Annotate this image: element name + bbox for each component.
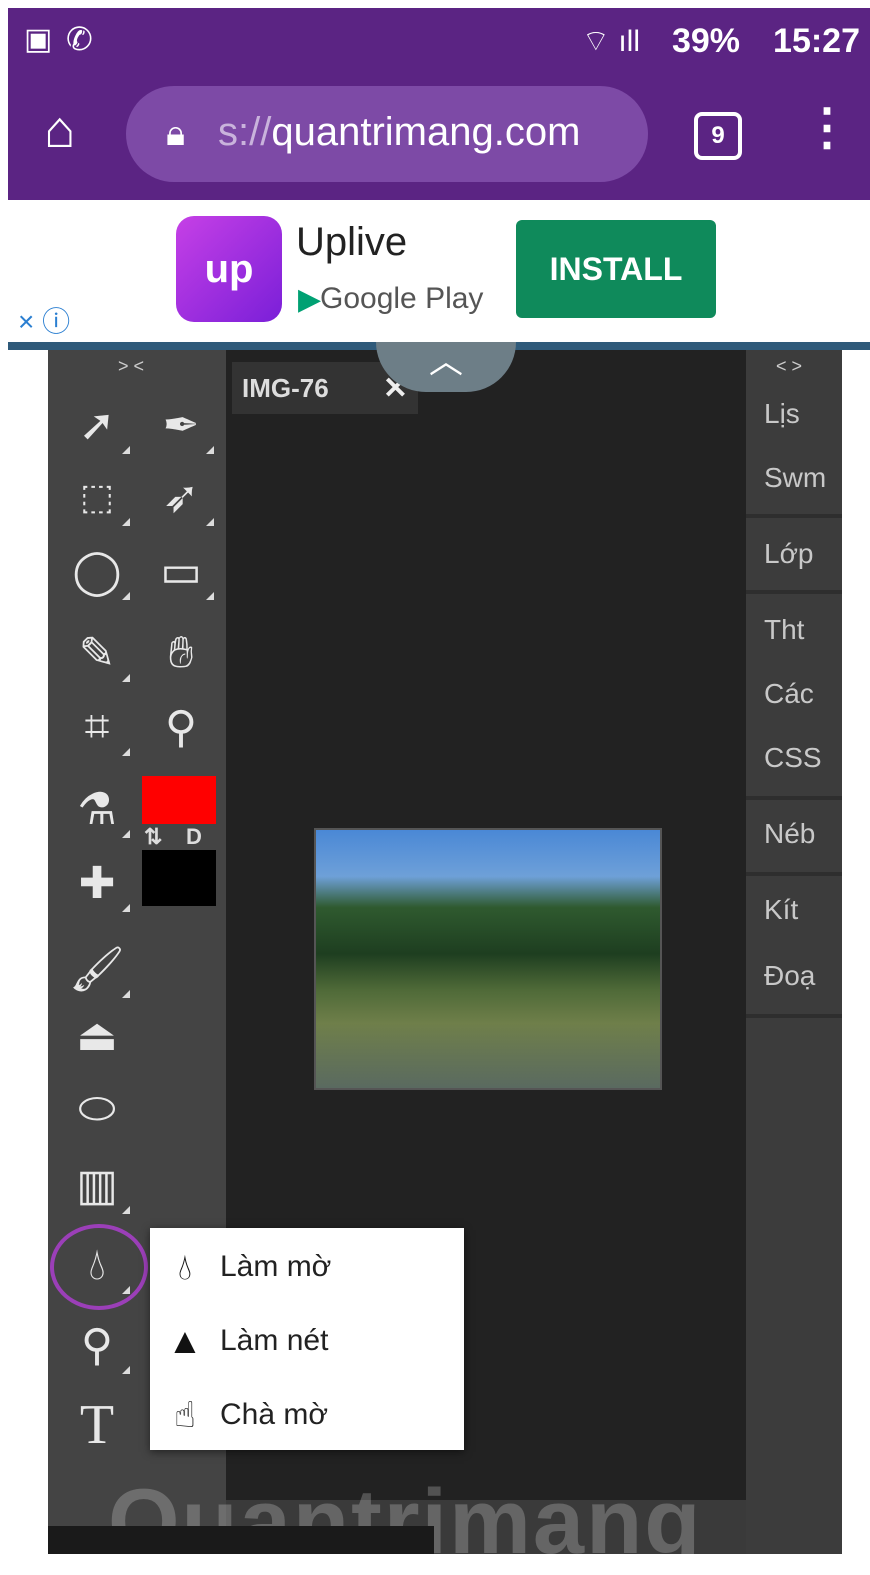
quick-select-icon[interactable]: ✎ — [58, 618, 136, 688]
blur-drop-icon: 💧︎ — [177, 1245, 193, 1287]
move-tool-icon[interactable]: ➚ — [58, 390, 136, 460]
panel-brush[interactable]: Néb — [764, 818, 815, 850]
gallery-icon: ▣ — [24, 23, 53, 56]
hand-tool-icon[interactable]: ✋︎ — [142, 618, 220, 688]
swap-colors-icon[interactable]: ⇅ — [144, 824, 162, 850]
menu-item-label: Làm nét — [220, 1324, 329, 1357]
panel-paragraph[interactable]: Đoạ — [764, 960, 815, 992]
eyedropper-tool-icon[interactable]: ⚗ — [58, 774, 136, 844]
panel-swatches[interactable]: Swm — [764, 462, 826, 494]
blur-tools-flyout: 💧︎ Làm mờ ▲ Làm nét ☝︎ Chà mờ — [150, 1228, 464, 1450]
text-tool-icon[interactable]: T — [58, 1390, 136, 1460]
ad-store-name: Google Play — [320, 282, 484, 315]
magic-select-icon[interactable]: ➶ — [142, 462, 220, 532]
status-bar: ▣ ✆ ⌔ ıll 39% 15:27 — [8, 8, 870, 72]
more-menu-icon[interactable]: ⋮ — [802, 98, 852, 156]
ad-title: Uplive — [296, 220, 408, 264]
healing-tool-icon[interactable]: ✚ — [58, 848, 136, 918]
dodge-tool-icon[interactable]: ⚲ — [58, 1310, 136, 1380]
panels-sidebar: < > Lịs Swm Lớp Tht Các CSS Néb Kít Đoạ — [746, 350, 842, 1554]
panel-properties[interactable]: Tht — [764, 614, 804, 646]
sharpen-triangle-icon: ▲ — [167, 1320, 203, 1361]
brush-tool-icon[interactable]: 🖌︎ — [58, 934, 136, 1004]
panel-layers[interactable]: Lớp — [764, 538, 814, 570]
collapse-panels-toggle[interactable]: < > — [776, 356, 802, 377]
foreground-color-swatch[interactable] — [142, 776, 216, 824]
divider — [746, 590, 842, 594]
bottom-strip — [48, 1526, 434, 1554]
document-tab-title: IMG-76 — [242, 372, 329, 403]
divider — [746, 1014, 842, 1018]
menu-item-label: Làm mờ — [220, 1250, 332, 1283]
menu-item-blur[interactable]: 💧︎ Làm mờ — [150, 1230, 464, 1304]
panel-history[interactable]: Lịs — [764, 398, 800, 430]
watermark: Quantrimang — [108, 1471, 703, 1573]
app-logo: up — [176, 216, 282, 322]
gradient-tool-icon[interactable]: ▥ — [58, 1150, 136, 1220]
collapse-tools-toggle[interactable]: > < — [118, 356, 144, 377]
divider — [746, 796, 842, 800]
tab-switcher-button[interactable]: 9 — [694, 112, 742, 160]
battery-percentage: 39% — [671, 22, 740, 60]
clock: 15:27 — [773, 22, 860, 60]
ad-banner[interactable]: up Uplive ▶ Google Play INSTALL × ⓘ — [8, 200, 870, 342]
eraser-tool-icon[interactable]: ⬭ — [58, 1074, 136, 1144]
panel-other[interactable]: Các — [764, 678, 814, 710]
crop-tool-icon[interactable]: ⌗ — [58, 692, 136, 762]
menu-item-label: Chà mờ — [220, 1398, 329, 1431]
install-button[interactable]: INSTALL — [516, 220, 716, 318]
clone-stamp-icon[interactable]: ⏏ — [58, 1000, 136, 1070]
ad-close-icon[interactable]: × ⓘ — [18, 300, 70, 340]
divider — [746, 514, 842, 518]
menu-item-sharpen[interactable]: ▲ Làm nét — [150, 1304, 464, 1378]
url-text: s://quantrimang.com — [218, 110, 581, 154]
panel-css[interactable]: CSS — [764, 742, 822, 774]
lasso-tool-icon[interactable]: ◯ — [58, 536, 136, 606]
address-bar[interactable]: 🔒︎ s://quantrimang.com — [126, 86, 648, 182]
wifi-signal-icon: ⌔ ıll — [581, 25, 640, 58]
shape-tool-icon[interactable]: ▭ — [142, 536, 220, 606]
zoom-tool-icon[interactable]: ⚲ — [142, 692, 220, 762]
play-store-icon: ▶ — [298, 283, 322, 316]
smudge-finger-icon: ☝︎ — [174, 1394, 196, 1435]
selection-highlight — [50, 1224, 148, 1310]
browser-toolbar: ⌂ 🔒︎ s://quantrimang.com 9 ⋮ — [8, 72, 870, 200]
panel-character[interactable]: Kít — [764, 894, 798, 926]
background-color-swatch[interactable] — [142, 850, 216, 906]
menu-item-smudge[interactable]: ☝︎ Chà mờ — [150, 1378, 464, 1452]
photo-canvas[interactable] — [314, 828, 662, 1090]
viber-icon: ✆ — [66, 21, 93, 57]
lock-icon: 🔒︎ — [166, 112, 186, 153]
marquee-tool-icon[interactable]: ⬚ — [58, 462, 136, 532]
divider — [746, 872, 842, 876]
pen-tool-icon[interactable]: ✒ — [142, 390, 220, 460]
home-icon[interactable]: ⌂ — [44, 100, 75, 160]
default-colors-icon[interactable]: D — [186, 824, 202, 850]
